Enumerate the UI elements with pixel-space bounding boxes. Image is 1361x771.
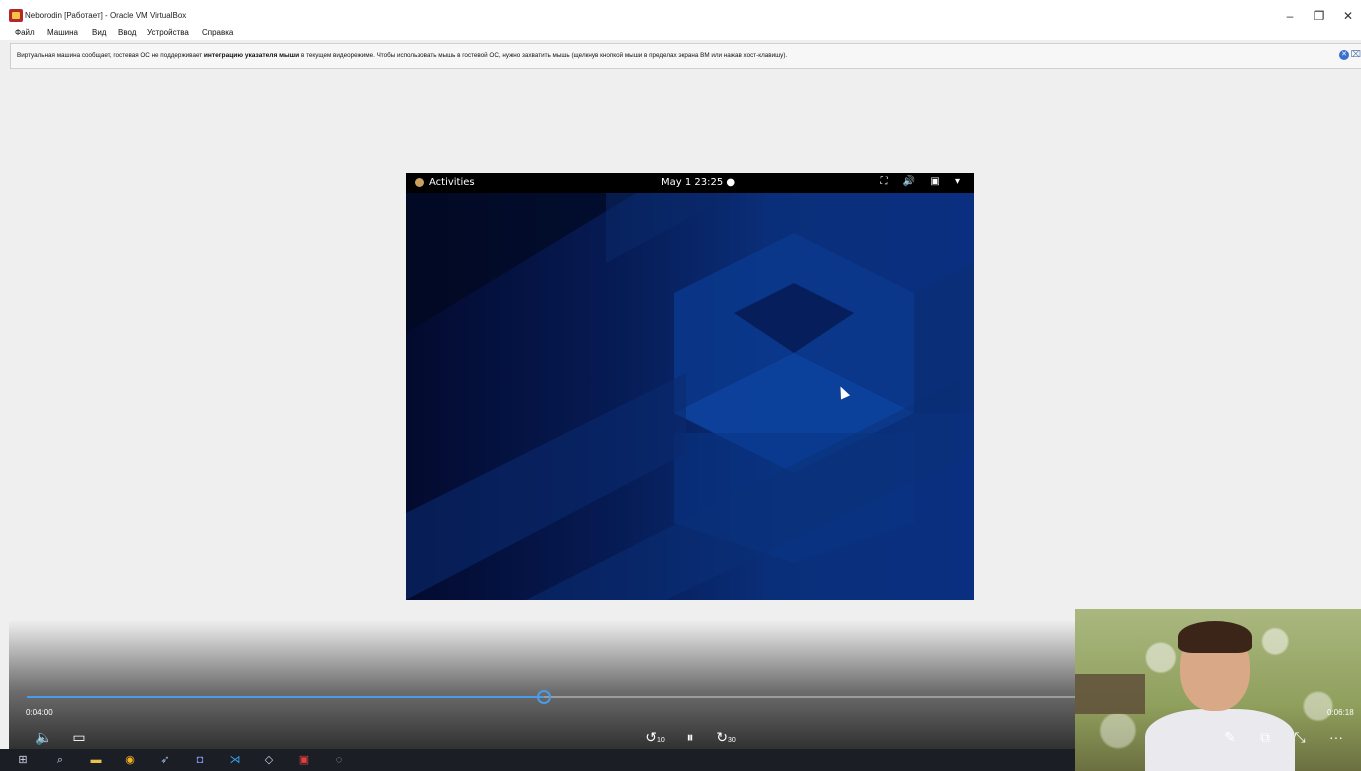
menu-view[interactable]: Вид — [92, 28, 106, 37]
close-button[interactable]: ✕ — [1336, 6, 1360, 26]
notice-text-bold: интеграцию указателя мыши — [203, 52, 300, 59]
file-explorer-icon[interactable]: ▬ — [88, 752, 104, 768]
rewind-10-button[interactable]: ↺10 — [643, 728, 667, 750]
menu-devices[interactable]: Устройства — [147, 28, 189, 37]
gnome-wallpaper — [406, 193, 974, 600]
discord-icon[interactable]: ◘ — [192, 752, 208, 768]
restore-button[interactable]: ❐ — [1307, 6, 1331, 26]
window-title-bar: Neborodin [Работает] - Oracle VM Virtual… — [0, 0, 1361, 26]
menu-help[interactable]: Справка — [202, 28, 233, 37]
captions-icon[interactable]: ▭ — [67, 728, 91, 746]
menu-machine[interactable]: Машина — [47, 28, 78, 37]
webcam-overlay — [1075, 609, 1361, 771]
menu-file[interactable]: Файл — [15, 28, 35, 37]
window-title: Neborodin [Работает] - Oracle VM Virtual… — [25, 11, 187, 20]
mouse-integration-notice: Виртуальная машина сообщает, гостевая ОС… — [10, 43, 1361, 69]
edit-icon[interactable]: ✎ — [1218, 728, 1242, 746]
windows-taskbar: ⊞ ⌕ ▬ ◉ ➶ ◘ ⋊ ◇ ▣ ◌ — [0, 749, 1075, 771]
activities-icon — [415, 178, 424, 187]
volume-icon[interactable]: 🔈 — [32, 728, 56, 746]
rewind-icon: ↺ — [645, 729, 657, 745]
forward-seconds: 30 — [727, 737, 736, 744]
notice-text-start: Виртуальная машина сообщает, гостевая ОС… — [17, 52, 204, 59]
exit-fullscreen-icon[interactable]: ⤡ — [1288, 728, 1312, 746]
total-time: 0:06:18 — [1327, 708, 1354, 717]
minimize-button[interactable]: – — [1278, 6, 1302, 26]
webcam-person-hair — [1178, 621, 1252, 653]
pause-button[interactable]: ⏸ — [678, 728, 702, 746]
app-red-icon[interactable]: ▣ — [296, 752, 312, 768]
virtualbox-app-icon — [9, 9, 23, 22]
search-icon[interactable]: ⌕ — [52, 752, 68, 768]
menu-input[interactable]: Ввод — [118, 28, 136, 37]
forward-30-button[interactable]: ↻30 — [714, 728, 738, 750]
windows-start-icon[interactable]: ⊞ — [15, 752, 31, 768]
rewind-seconds: 10 — [656, 737, 665, 744]
notice-mute-icon[interactable]: ⌧ — [1351, 49, 1361, 60]
forward-icon: ↻ — [716, 729, 728, 745]
webcam-shelf — [1075, 674, 1145, 714]
notice-text-end: в текущем видеорежиме. Чтобы использоват… — [299, 52, 788, 59]
vm-display[interactable]: Activities May 1 23:25 ● ⛶ 🔊 ▣ ▾ — [406, 173, 974, 600]
miniplayer-icon[interactable]: ⧉ — [1253, 728, 1277, 746]
menu-bar: Файл Машина Вид Ввод Устройства Справка — [0, 26, 1361, 40]
more-options-icon[interactable]: ··· — [1324, 728, 1348, 746]
steam-icon[interactable]: ➶ — [157, 752, 173, 768]
activities-button[interactable]: Activities — [429, 177, 475, 188]
elapsed-time: 0:04:00 — [26, 708, 53, 717]
virtualbox-taskbar-icon[interactable]: ◇ — [261, 752, 277, 768]
chrome-icon[interactable]: ◉ — [122, 752, 138, 768]
obs-icon[interactable]: ◌ — [331, 752, 347, 768]
guest-clock[interactable]: May 1 23:25 ● — [661, 177, 735, 188]
notice-text: Виртуальная машина сообщает, гостевая ОС… — [17, 52, 787, 59]
seek-bar-progress — [27, 696, 545, 698]
notice-close-icon[interactable]: ✕ — [1339, 50, 1349, 60]
gnome-top-bar: Activities May 1 23:25 ● ⛶ 🔊 ▣ ▾ — [406, 173, 974, 193]
vscode-icon[interactable]: ⋊ — [227, 752, 243, 768]
guest-system-tray[interactable]: ⛶ 🔊 ▣ ▾ — [881, 176, 966, 187]
